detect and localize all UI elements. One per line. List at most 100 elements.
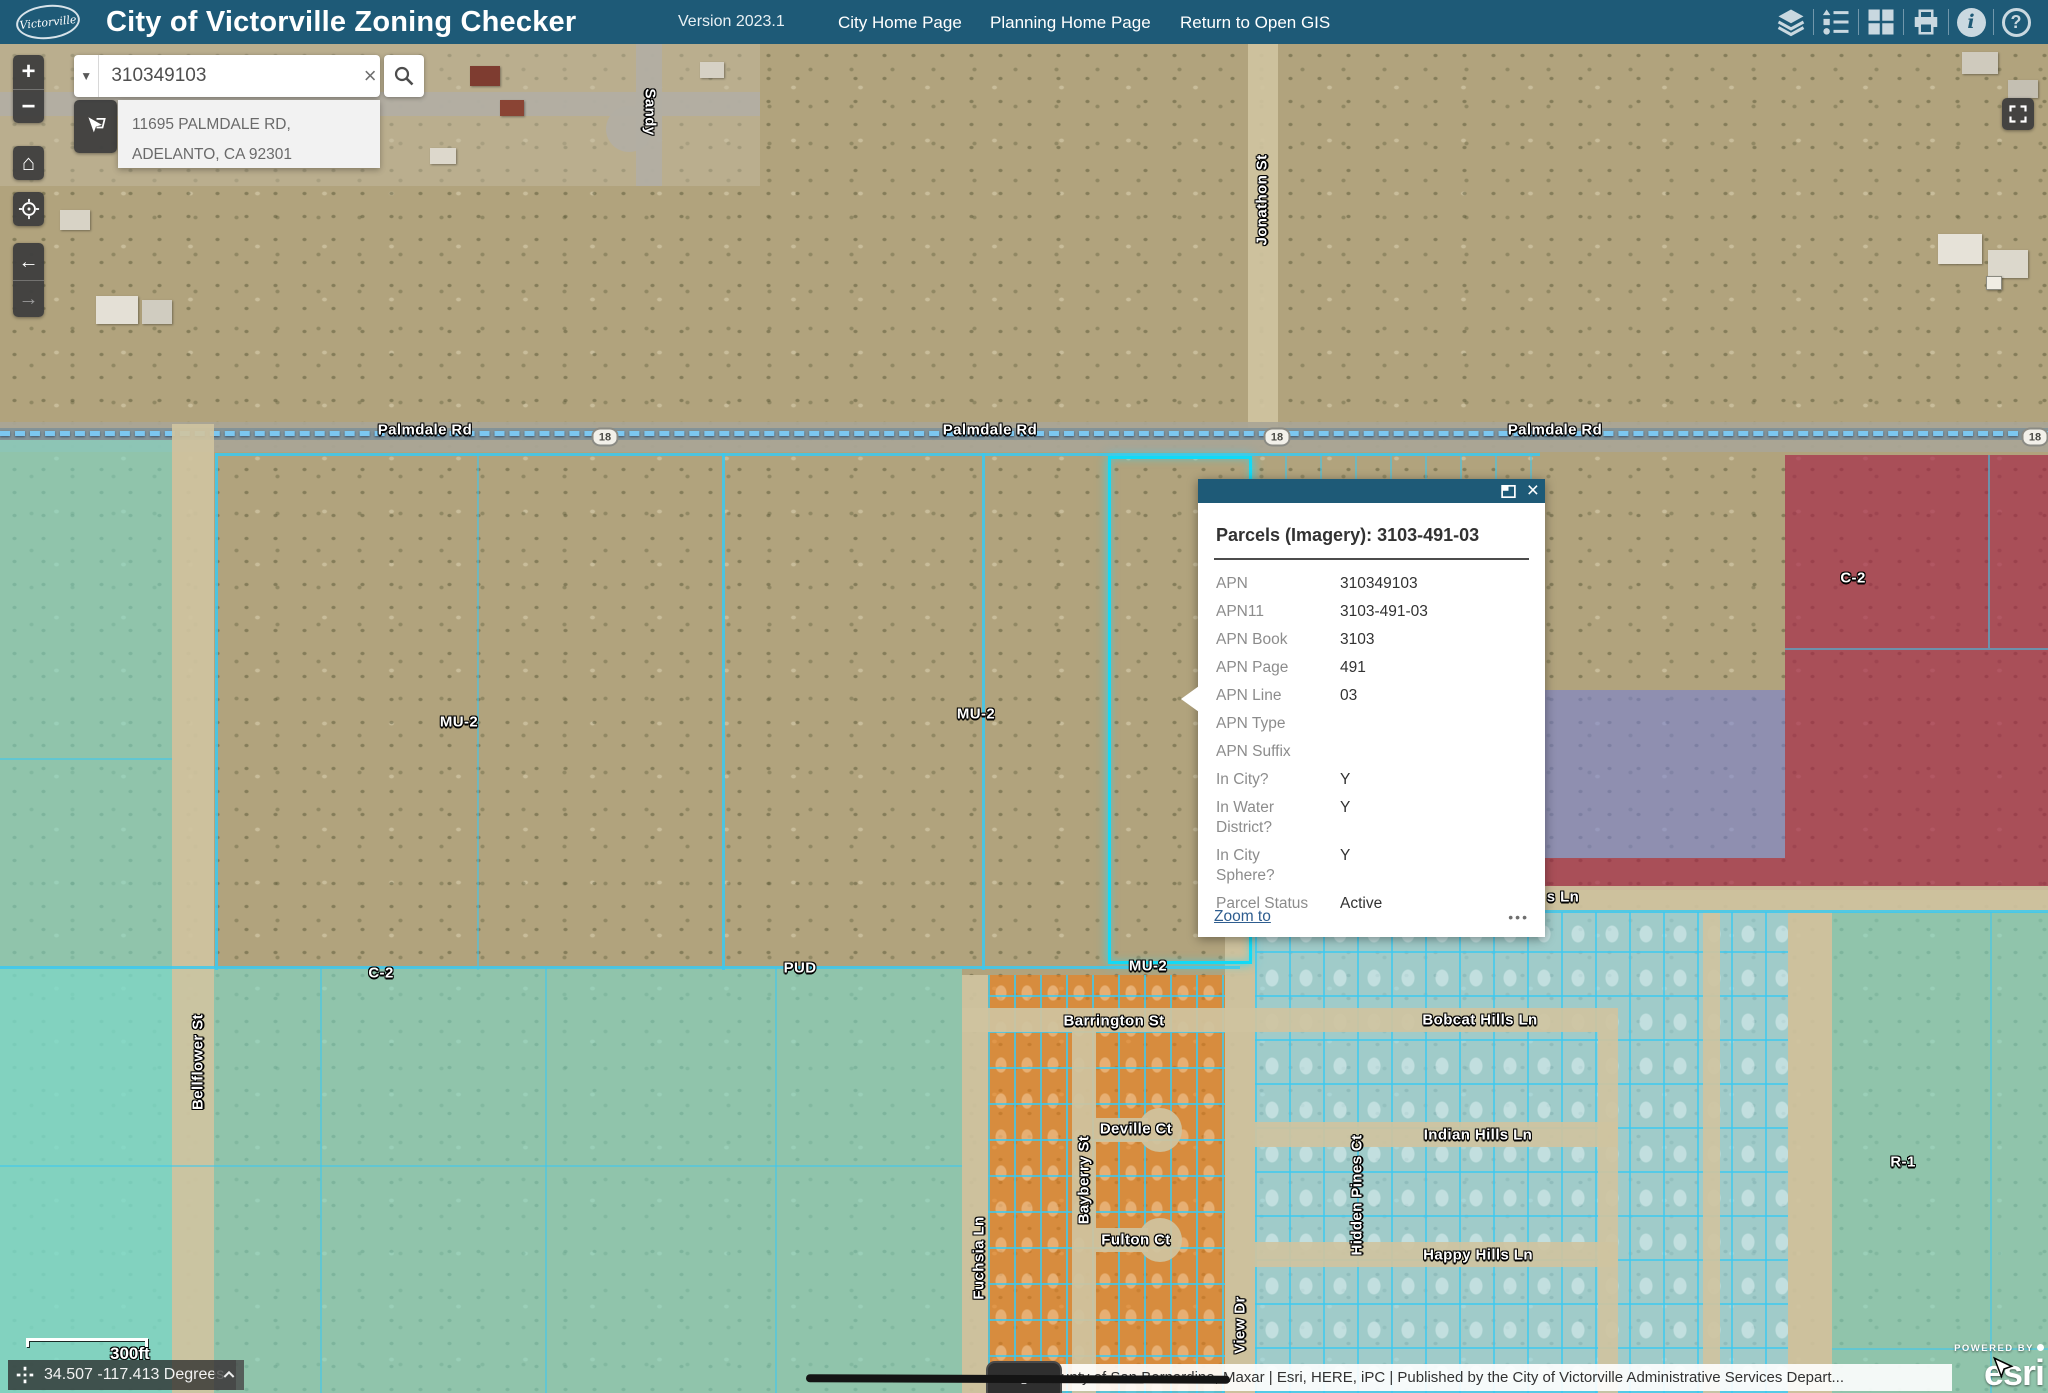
locate-button[interactable] <box>13 192 44 226</box>
building-marker-icon <box>1986 276 2002 290</box>
road-label: Fulton Ct <box>1101 1232 1170 1249</box>
help-icon[interactable]: ? <box>1994 0 2038 44</box>
legend-icon[interactable] <box>1814 0 1858 44</box>
suggestion-line2: ADELANTO, CA 92301 <box>132 140 380 170</box>
info-icon[interactable]: i <box>1949 0 1993 44</box>
search-button[interactable] <box>384 55 424 97</box>
zone-label-pud: PUD <box>784 960 817 977</box>
popup-footer: Zoom to ••• <box>1198 897 1545 937</box>
table-row: APN Line03 <box>1214 682 1529 710</box>
more-options-button[interactable]: ••• <box>1508 909 1529 925</box>
table-row: APN Type <box>1214 710 1529 738</box>
next-extent-button[interactable]: → <box>13 280 44 317</box>
basemap-grid-icon[interactable] <box>1859 0 1903 44</box>
chevron-down-icon: ▼ <box>80 69 92 83</box>
history-navigation: ← → <box>13 243 44 317</box>
table-row: In City Sphere?Y <box>1214 842 1529 890</box>
popup-body: Parcels (Imagery): 3103-491-03 APN310349… <box>1198 503 1545 937</box>
table-row: APN Page491 <box>1214 654 1529 682</box>
road-label: Bellflower St <box>190 1014 207 1110</box>
road-label: Deville Ct <box>1100 1121 1172 1138</box>
zone-teal-r1 <box>1832 912 2048 1393</box>
table-row: APN113103-491-03 <box>1214 598 1529 626</box>
zone-label-r1: R-1 <box>1890 1154 1915 1171</box>
highway-18-shield: 18 <box>592 428 619 447</box>
zone-label-c2: C-2 <box>368 965 393 982</box>
road-label: Palmdale Rd <box>378 422 472 439</box>
map[interactable] <box>0 44 2048 1393</box>
zone-teal-c2 <box>0 968 962 1393</box>
expand-coordinates-button[interactable] <box>214 1360 244 1390</box>
chevron-up-icon <box>221 1367 237 1383</box>
road-label: s Ln <box>1547 889 1579 906</box>
zoom-to-link[interactable]: Zoom to <box>1214 908 1271 926</box>
nav-return-to-open-gis[interactable]: Return to Open GIS <box>1180 13 1330 33</box>
search-suggestion-item[interactable]: 11695 PALMDALE RD, ADELANTO, CA 92301 <box>118 100 380 168</box>
zoom-out-button[interactable]: − <box>13 89 44 123</box>
road-label: Jonathon St <box>1254 154 1271 245</box>
close-icon[interactable]: × <box>1527 480 1539 501</box>
logo-text: Victorville <box>19 13 77 32</box>
road-label: Bobcat Hills Ln <box>1422 1012 1537 1029</box>
parcel-info-popup: × Parcels (Imagery): 3103-491-03 APN3103… <box>1198 479 1545 937</box>
road-label: Bayberry St <box>1076 1136 1093 1225</box>
road-label: Indian Hills Ln <box>1424 1127 1533 1144</box>
search-widget: ▼ × <box>74 55 380 97</box>
zone-label-mu2: MU-2 <box>1129 958 1167 975</box>
road-label: Happy Hills Ln <box>1423 1247 1533 1264</box>
home-button[interactable]: ⌂ <box>13 146 44 180</box>
mouse-cursor-icon <box>1990 1356 2016 1387</box>
version-label: Version 2023.1 <box>678 13 785 31</box>
road-label: Fuchsia Ln <box>971 1216 988 1299</box>
crosshair-icon <box>14 1364 36 1386</box>
nav-city-home-page[interactable]: City Home Page <box>838 13 962 33</box>
road-label: View Dr <box>1232 1296 1249 1354</box>
print-icon[interactable] <box>1904 0 1948 44</box>
fullscreen-icon <box>2008 104 2028 124</box>
clear-search-button[interactable]: × <box>360 55 380 97</box>
fullscreen-button[interactable] <box>2002 98 2034 130</box>
road-label: Palmdale Rd <box>943 422 1037 439</box>
zone-label-mu2: MU-2 <box>957 706 995 723</box>
victorville-logo: Victorville <box>14 2 81 43</box>
zoom-control: + − <box>13 55 44 123</box>
popup-titlebar[interactable]: × <box>1198 479 1545 503</box>
locate-icon <box>18 198 40 220</box>
table-row: APN310349103 <box>1214 570 1529 598</box>
popup-pointer <box>1181 686 1199 712</box>
highway-18-shield: 18 <box>1264 428 1291 447</box>
close-icon: × <box>364 63 377 89</box>
zone-purple <box>1540 690 1785 858</box>
coordinates-readout: 34.507 -117.413 Degrees <box>44 1366 224 1384</box>
zone-red-c2 <box>1785 455 2048 890</box>
previous-extent-button[interactable]: ← <box>13 243 44 280</box>
road-label: Palmdale Rd <box>1508 422 1602 439</box>
header-toolbar: i ? <box>1769 0 2038 44</box>
redaction-scribble <box>806 1374 1230 1383</box>
page-title: City of Victorville Zoning Checker <box>106 6 576 39</box>
search-source-dropdown[interactable]: ▼ <box>74 55 99 97</box>
road-label: Hidden Pines Ct <box>1349 1134 1366 1255</box>
table-row: APN Suffix <box>1214 738 1529 766</box>
attribute-table: APN310349103 APN113103-491-03 APN Book31… <box>1214 570 1529 918</box>
home-icon: ⌂ <box>22 152 35 174</box>
select-parcel-tool-button[interactable] <box>74 100 117 153</box>
layers-icon[interactable] <box>1769 0 1813 44</box>
app-header: Victorville City of Victorville Zoning C… <box>0 0 2048 44</box>
road-label: Barrington St <box>1063 1013 1164 1030</box>
search-input[interactable] <box>99 55 360 97</box>
bellflower-road <box>172 424 214 1393</box>
popup-title: Parcels (Imagery): 3103-491-03 <box>1214 517 1529 560</box>
zone-orange-residential <box>988 975 1225 1393</box>
table-row: In City?Y <box>1214 766 1529 794</box>
suggestion-line1: 11695 PALMDALE RD, <box>132 110 380 140</box>
search-icon <box>392 64 416 88</box>
zoom-in-button[interactable]: + <box>13 55 44 89</box>
select-cursor-icon <box>83 114 109 140</box>
nav-planning-home-page[interactable]: Planning Home Page <box>990 13 1151 33</box>
zoning-checker-app: Palmdale Rd Palmdale Rd Palmdale Rd Jona… <box>0 0 2048 1393</box>
dock-icon[interactable] <box>1500 483 1517 500</box>
table-row: In Water District?Y <box>1214 794 1529 842</box>
highway-18-shield: 18 <box>2022 428 2048 447</box>
zone-label-mu2: MU-2 <box>440 714 478 731</box>
